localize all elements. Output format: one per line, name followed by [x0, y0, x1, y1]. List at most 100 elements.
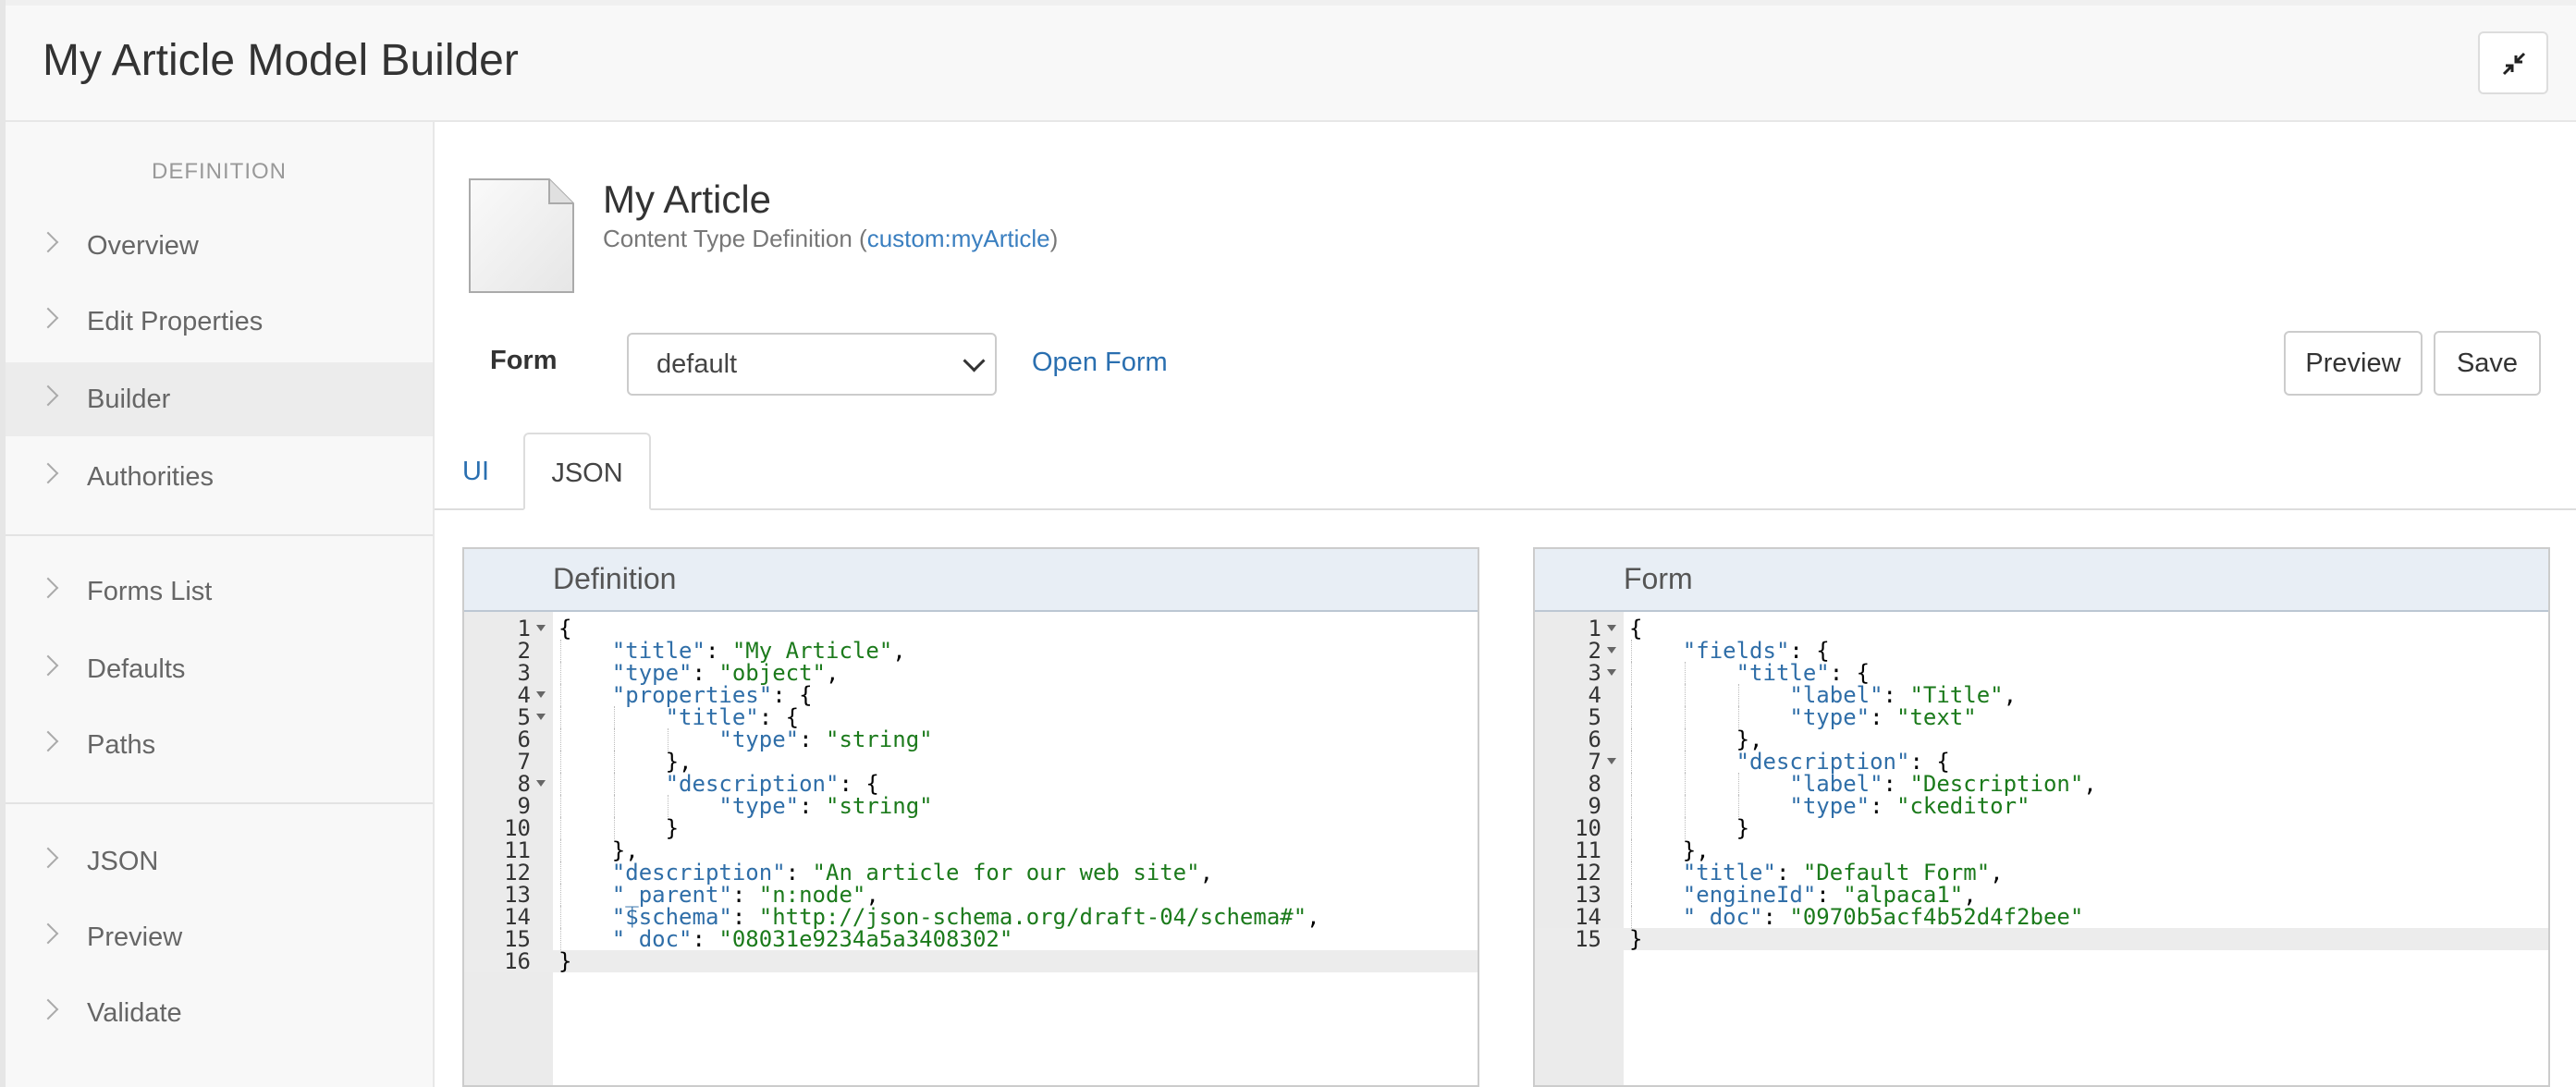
fold-arrow-icon[interactable]: [536, 691, 546, 698]
sidebar-item-json[interactable]: JSON: [6, 824, 433, 898]
sidebar-item-validate[interactable]: Validate: [6, 976, 433, 1050]
code-text: }: [1629, 815, 1750, 841]
indent-guide: [1631, 906, 1632, 928]
code-line: 15 "_doc": "08031e9234a5a3408302": [464, 928, 1478, 950]
code-text: }: [1629, 926, 1643, 952]
code-text: },: [558, 837, 639, 863]
sidebar-heading: DEFINITION: [152, 159, 287, 184]
sidebar-item-forms-list[interactable]: Forms List: [6, 555, 433, 629]
sidebar-item-label: Paths: [87, 730, 156, 760]
code-text: "type": "ckeditor": [1789, 793, 2030, 819]
code-text: },: [1629, 837, 1710, 863]
sidebar-item-edit-properties[interactable]: Edit Properties: [6, 285, 433, 359]
sidebar-item-label: Validate: [87, 998, 182, 1028]
code-line: 1{: [1535, 617, 2548, 640]
indent-guide: [1631, 728, 1632, 751]
indent-guide: [560, 817, 561, 839]
save-button[interactable]: Save: [2434, 331, 2541, 396]
fold-arrow-icon[interactable]: [536, 780, 546, 787]
line-number: 3: [1588, 660, 1601, 686]
line-number: 12: [504, 860, 531, 885]
indent-guide: [1631, 884, 1632, 906]
indent-guide: [560, 839, 561, 861]
code-line: 1{: [464, 617, 1478, 640]
indent-guide: [1684, 662, 1686, 684]
fold-arrow-icon[interactable]: [536, 625, 546, 631]
open-form-link[interactable]: Open Form: [1032, 348, 1168, 378]
line-number: 13: [1575, 882, 1601, 908]
preview-button[interactable]: Preview: [2284, 331, 2423, 396]
code-line: 9 "type": "string": [464, 795, 1478, 817]
form-select[interactable]: default: [627, 333, 997, 396]
code-line: 14 "_doc": "0970b5acf4b52d4f2bee": [1535, 906, 2548, 928]
sidebar-divider: [6, 534, 433, 536]
line-number: 2: [517, 638, 531, 664]
fold-arrow-icon[interactable]: [1607, 669, 1616, 676]
sidebar-item-label: Builder: [87, 385, 171, 414]
code-line: 2 "fields": {: [1535, 640, 2548, 662]
indent-guide: [1631, 684, 1632, 706]
collapse-button[interactable]: [2478, 31, 2548, 94]
line-number: 10: [1575, 815, 1601, 841]
line-number: 4: [1588, 682, 1601, 708]
fold-arrow-icon[interactable]: [1607, 758, 1616, 764]
code-line: 3 "title": {: [1535, 662, 2548, 684]
qname-link[interactable]: custom:myArticle: [867, 225, 1050, 252]
line-number: 8: [517, 771, 531, 797]
sidebar-item-preview[interactable]: Preview: [6, 900, 433, 974]
sidebar-item-label: Forms List: [87, 577, 213, 606]
line-number: 6: [517, 727, 531, 752]
indent-guide: [560, 906, 561, 928]
code-text: "label": "Description",: [1789, 771, 2097, 797]
fold-arrow-icon[interactable]: [1607, 647, 1616, 653]
indent-guide: [560, 773, 561, 795]
sidebar-item-label: JSON: [87, 847, 159, 876]
chevron-right-icon: [37, 998, 59, 1020]
code-line: 10 }: [1535, 817, 2548, 839]
line-number: 13: [504, 882, 531, 908]
line-number: 14: [1575, 904, 1601, 930]
sidebar-divider: [6, 802, 433, 804]
code-line: 5 "title": {: [464, 706, 1478, 728]
sidebar-item-overview[interactable]: Overview: [6, 209, 433, 283]
code-line: 8 "label": "Description",: [1535, 773, 2548, 795]
indent-guide: [560, 662, 561, 684]
tab-json[interactable]: JSON: [523, 433, 651, 510]
sidebar-item-paths[interactable]: Paths: [6, 708, 433, 782]
code-text: "description": {: [1736, 749, 1950, 775]
sidebar-item-defaults[interactable]: Defaults: [6, 632, 433, 706]
chevron-right-icon: [37, 654, 59, 677]
indent-guide: [1684, 751, 1686, 773]
indent-guide: [1737, 795, 1739, 817]
code-text: }: [558, 948, 572, 974]
sidebar-item-builder[interactable]: Builder: [6, 362, 433, 436]
code-line: 13 "_parent": "n:node",: [464, 884, 1478, 906]
line-number: 8: [1588, 771, 1601, 797]
fold-arrow-icon[interactable]: [536, 714, 546, 720]
code-text: "title": "Default Form",: [1682, 860, 2004, 885]
indent-guide: [1631, 861, 1632, 884]
indent-guide: [1631, 662, 1632, 684]
line-number: 7: [1588, 749, 1601, 775]
line-number: 4: [517, 682, 531, 708]
code-text: "type": "text": [1789, 704, 1977, 730]
code-text: {: [558, 616, 572, 641]
code-line: 6 "type": "string": [464, 728, 1478, 751]
tab-ui[interactable]: UI: [462, 433, 489, 510]
code-line: 4 "properties": {: [464, 684, 1478, 706]
line-number: 1: [1588, 616, 1601, 641]
code-text: "_doc": "08031e9234a5a3408302": [611, 926, 1013, 952]
line-number: 3: [517, 660, 531, 686]
code-text: "title": {: [1736, 660, 1871, 686]
sidebar: DEFINITION Overview Edit Properties Buil…: [6, 122, 435, 1087]
indent-guide: [613, 817, 615, 839]
chevron-right-icon: [37, 307, 59, 329]
sidebar-item-authorities[interactable]: Authorities: [6, 440, 433, 514]
code-text: "title": "My Article",: [611, 638, 906, 664]
line-number: 10: [504, 815, 531, 841]
line-number: 6: [1588, 727, 1601, 752]
indent-guide: [560, 884, 561, 906]
code-text: },: [1629, 727, 1763, 752]
code-line: 2 "title": "My Article",: [464, 640, 1478, 662]
fold-arrow-icon[interactable]: [1607, 625, 1616, 631]
